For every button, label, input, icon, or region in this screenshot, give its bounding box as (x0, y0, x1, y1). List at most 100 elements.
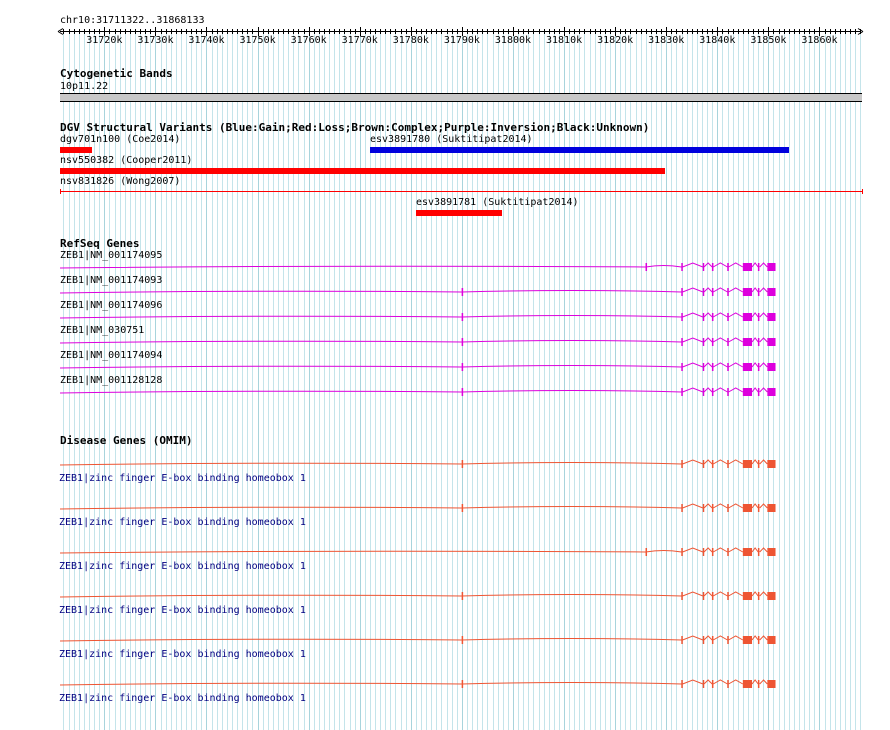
gene-intron (682, 591, 704, 597)
gene-intron (703, 679, 713, 685)
cytoband-label: 10p11.22 (60, 81, 109, 92)
gene-intron (759, 312, 768, 318)
gene-intron (461, 390, 682, 393)
gene-intron (751, 679, 759, 685)
omim-gene-model[interactable] (0, 585, 890, 607)
gene-intron (59, 638, 462, 642)
gene-intron (728, 337, 744, 343)
ruler-tick-label: 31780k (392, 35, 429, 46)
gene-intron (712, 262, 728, 268)
omim-gene-model[interactable] (0, 629, 890, 651)
gene-exon (767, 680, 776, 688)
omim-gene-model[interactable] (0, 453, 890, 475)
dgv-variant-bar[interactable] (60, 168, 665, 174)
gene-intron (461, 594, 682, 597)
dgv-variant-label[interactable]: nsv831826 (Wong2007) (60, 176, 180, 187)
dgv-variant-label[interactable]: esv3891780 (Suktitipat2014) (370, 134, 533, 145)
dgv-variant-bar[interactable] (416, 210, 502, 216)
gene-intron (703, 362, 713, 368)
gene-intron (712, 287, 728, 293)
gene-exon (767, 388, 776, 396)
gene-intron (461, 506, 682, 509)
gene-exon (742, 288, 753, 296)
gene-intron (461, 290, 682, 293)
dgv-variant-bar[interactable] (60, 147, 92, 153)
ruler-tick-label: 31830k (648, 35, 685, 46)
gene-intron (751, 635, 759, 641)
gene-intron (712, 337, 728, 343)
gene-intron (759, 262, 768, 268)
dgv-track-title: DGV Structural Variants (Blue:Gain;Red:L… (60, 121, 650, 134)
gene-exon (742, 680, 753, 688)
gene-intron (59, 682, 462, 686)
gene-intron (682, 387, 704, 393)
dgv-variant-label[interactable]: esv3891781 (Suktitipat2014) (416, 197, 579, 208)
omim-gene-label[interactable]: ZEB1|zinc finger E-box binding homeobox … (59, 649, 306, 660)
gene-intron (759, 635, 768, 641)
gene-exon (742, 460, 753, 468)
gene-intron (703, 387, 713, 393)
gene-intron (759, 337, 768, 343)
gene-exon (767, 592, 776, 600)
omim-gene-label[interactable]: ZEB1|zinc finger E-box binding homeobox … (59, 517, 306, 528)
gene-intron (728, 503, 744, 509)
gene-intron (682, 312, 704, 318)
gene-intron (759, 287, 768, 293)
gene-intron (461, 462, 682, 465)
gene-intron (703, 337, 713, 343)
cytoband-bar[interactable] (60, 93, 862, 102)
gene-exon (767, 636, 776, 644)
gene-exon (742, 363, 753, 371)
ruler-tick-label: 31760k (290, 35, 327, 46)
gene-intron (759, 362, 768, 368)
gene-intron (712, 591, 728, 597)
refseq-gene-model[interactable] (0, 381, 890, 403)
omim-gene-label[interactable]: ZEB1|zinc finger E-box binding homeobox … (59, 473, 306, 484)
gene-intron (59, 594, 462, 598)
gene-intron (59, 550, 646, 554)
gene-intron (682, 287, 704, 293)
ruler-tick-label: 31790k (443, 35, 480, 46)
gene-intron (645, 265, 682, 268)
gene-intron (751, 503, 759, 509)
cytobands-track-title: Cytogenetic Bands (60, 67, 173, 80)
ruler-tick-label: 31730k (137, 35, 174, 46)
gene-intron (728, 679, 744, 685)
gene-intron (59, 290, 462, 294)
refseq-track-title: RefSeq Genes (60, 237, 140, 250)
omim-gene-model[interactable] (0, 497, 890, 519)
gene-intron (461, 365, 682, 368)
ruler-tick-label: 31810k (545, 35, 583, 46)
gene-intron (682, 547, 704, 553)
omim-gene-model[interactable] (0, 673, 890, 695)
gene-intron (712, 503, 728, 509)
gene-exon (767, 460, 776, 468)
omim-gene-label[interactable]: ZEB1|zinc finger E-box binding homeobox … (59, 561, 306, 572)
ruler-tick-label: 31840k (699, 35, 736, 46)
gene-intron (728, 459, 744, 465)
gene-intron (703, 312, 713, 318)
gene-intron (461, 682, 682, 685)
dgv-variant-bar[interactable] (370, 147, 789, 153)
gene-intron (751, 262, 759, 268)
omim-gene-label[interactable]: ZEB1|zinc finger E-box binding homeobox … (59, 605, 306, 616)
gene-intron (759, 547, 768, 553)
dgv-variant-bar[interactable] (60, 189, 863, 194)
dgv-variant-label[interactable]: dgv701n100 (Coe2014) (60, 134, 180, 145)
gene-intron (751, 591, 759, 597)
gene-exon (742, 592, 753, 600)
gene-intron (712, 635, 728, 641)
gene-intron (461, 340, 682, 343)
dgv-variant-label[interactable]: nsv550382 (Cooper2011) (60, 155, 192, 166)
gene-exon (742, 388, 753, 396)
gene-intron (59, 265, 646, 269)
omim-gene-label[interactable]: ZEB1|zinc finger E-box binding homeobox … (59, 693, 306, 704)
gene-intron (682, 362, 704, 368)
ruler-tick-label: 31720k (86, 35, 123, 46)
gene-intron (712, 362, 728, 368)
gene-intron (728, 387, 744, 393)
omim-gene-model[interactable] (0, 541, 890, 563)
gene-intron (751, 287, 759, 293)
gene-exon (767, 363, 776, 371)
gene-intron (59, 462, 462, 466)
